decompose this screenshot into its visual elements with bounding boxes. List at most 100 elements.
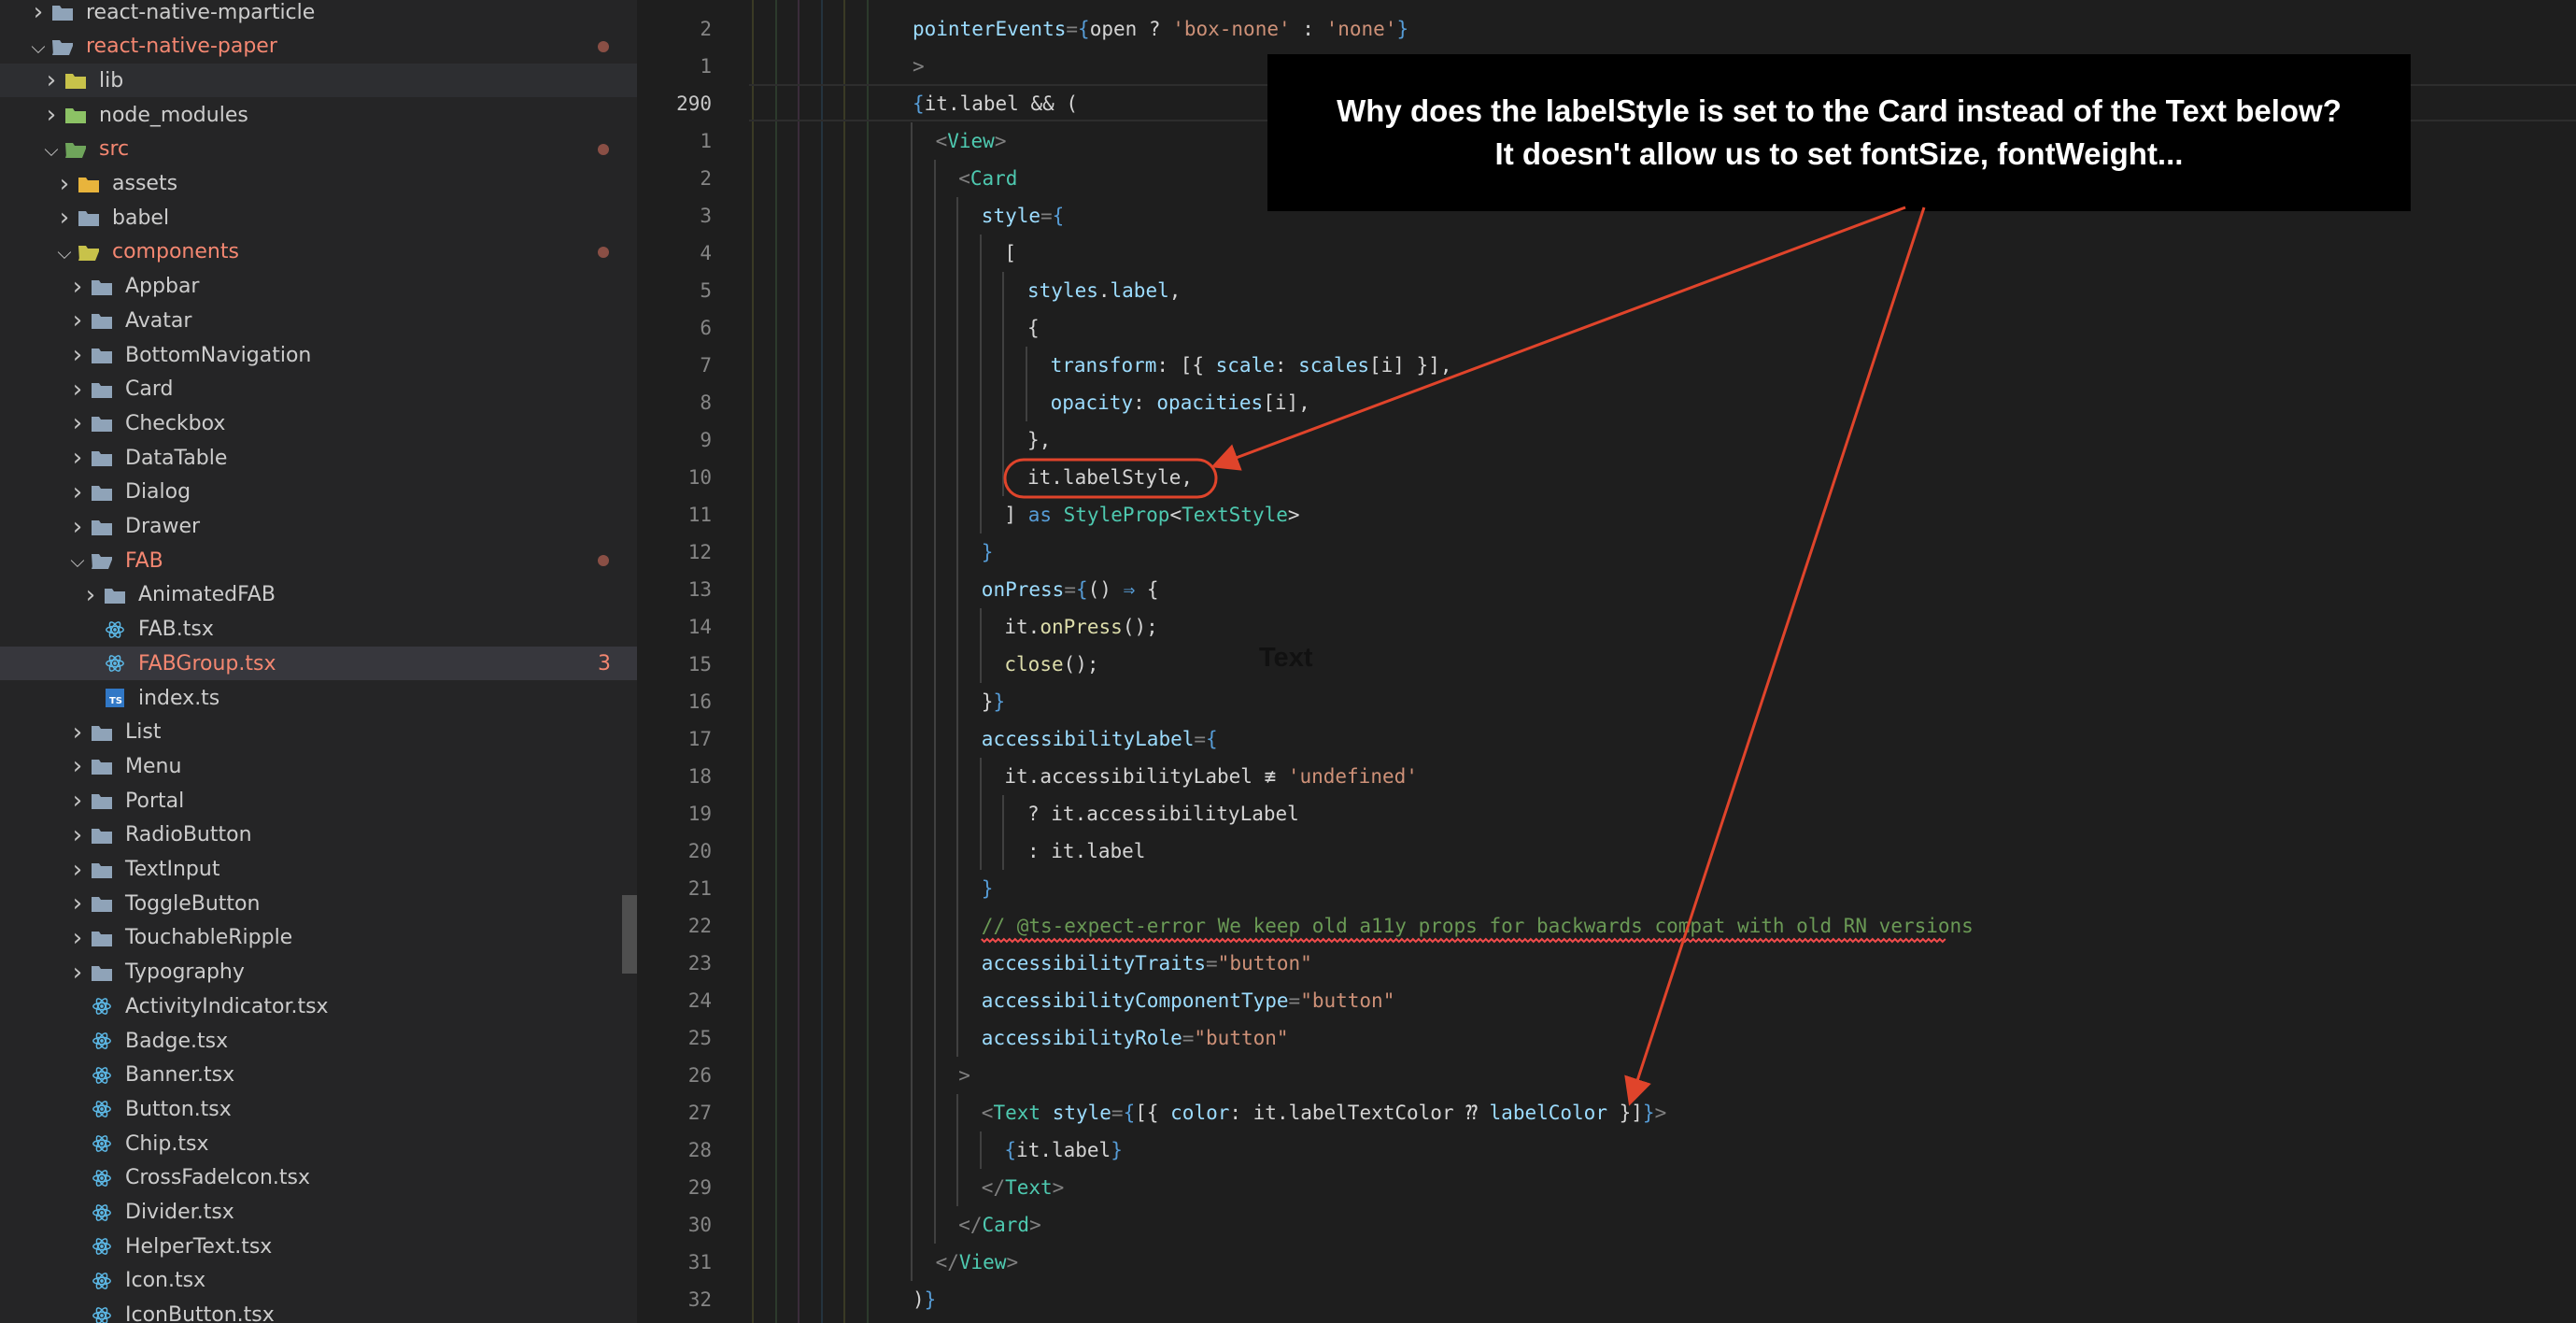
explorer-item[interactable]: › node_modules (0, 98, 637, 132)
chevron-right-icon[interactable]: › (54, 170, 75, 198)
code-line[interactable]: <Card (958, 160, 1017, 197)
code-line[interactable]: { (1027, 309, 1040, 347)
explorer-item[interactable]: Badge.tsx (0, 1024, 637, 1058)
code-line[interactable]: accessibilityTraits="button" (982, 945, 1312, 982)
explorer-item[interactable]: Button.tsx (0, 1092, 637, 1126)
code-line[interactable]: [ (1004, 235, 1016, 272)
code-line[interactable]: <Text style={[{ color: it.labelTextColor… (982, 1094, 1666, 1131)
code-line[interactable]: > (913, 48, 925, 85)
explorer-item[interactable]: › Typography (0, 956, 637, 989)
code-line[interactable]: style={ (982, 197, 1065, 235)
explorer-item[interactable]: › Avatar (0, 304, 637, 337)
code-line[interactable]: {it.label} (1004, 1131, 1122, 1169)
explorer-item[interactable]: FAB.tsx (0, 613, 637, 647)
code-line[interactable]: ] as StyleProp<TextStyle> (1004, 496, 1299, 533)
code-line[interactable]: : it.label (1027, 832, 1145, 870)
chevron-down-icon[interactable]: ⌵ (54, 241, 75, 263)
code-line[interactable]: {it.label && ( (913, 85, 1078, 122)
chevron-right-icon[interactable]: › (67, 924, 88, 952)
chevron-right-icon[interactable]: › (67, 856, 88, 884)
explorer-item[interactable]: › ToggleButton (0, 887, 637, 920)
explorer-item[interactable]: ActivityIndicator.tsx (0, 989, 637, 1023)
explorer-item[interactable]: HelperText.tsx (0, 1230, 637, 1263)
explorer-item[interactable]: › Card (0, 373, 637, 406)
explorer-item[interactable]: › TouchableRipple (0, 921, 637, 955)
explorer-item[interactable]: › TextInput (0, 853, 637, 887)
explorer-item[interactable]: Icon.tsx (0, 1264, 637, 1298)
explorer-item[interactable]: › assets (0, 167, 637, 201)
code-line[interactable]: it.labelStyle, (1027, 459, 1193, 496)
chevron-right-icon[interactable]: › (41, 66, 62, 94)
code-line[interactable]: }, (1027, 421, 1051, 459)
code-line[interactable]: opacity: opacities[i], (1051, 384, 1310, 421)
code-line[interactable]: }} (982, 683, 1005, 720)
explorer-item[interactable]: CrossFadeIcon.tsx (0, 1161, 637, 1195)
chevron-right-icon[interactable]: › (67, 752, 88, 780)
explorer-item[interactable]: › Menu (0, 749, 637, 783)
chevron-right-icon[interactable]: › (67, 273, 88, 301)
code-line[interactable]: </View> (936, 1244, 1019, 1281)
chevron-right-icon[interactable]: › (41, 101, 62, 129)
code-line[interactable]: accessibilityComponentType="button" (982, 982, 1395, 1019)
chevron-right-icon[interactable]: › (67, 376, 88, 404)
explorer-item[interactable]: Divider.tsx (0, 1196, 637, 1230)
chevron-right-icon[interactable]: › (67, 444, 88, 472)
explorer-item[interactable]: › babel (0, 201, 637, 235)
chevron-right-icon[interactable]: › (67, 718, 88, 747)
code-line[interactable]: <View> (936, 122, 1007, 160)
code-line[interactable]: close(); (1004, 646, 1098, 683)
code-line[interactable]: styles.label, (1027, 272, 1181, 309)
code-line[interactable]: transform: [{ scale: scales[i] }], (1051, 347, 1452, 384)
chevron-right-icon[interactable]: › (67, 787, 88, 815)
code-line[interactable]: } (982, 533, 994, 571)
code-line[interactable]: accessibilityLabel={ (982, 720, 1218, 758)
chevron-right-icon[interactable]: › (67, 821, 88, 849)
explorer-item[interactable]: › List (0, 716, 637, 749)
code-line[interactable]: onPress={() ⇒ { (982, 571, 1159, 608)
explorer-item[interactable]: ⌵ react-native-paper (0, 30, 637, 64)
explorer-item[interactable]: FABGroup.tsx 3 (0, 647, 637, 681)
code-line[interactable]: it.accessibilityLabel ≢ 'undefined' (1004, 758, 1418, 795)
explorer-item[interactable]: › Dialog (0, 476, 637, 509)
code-line[interactable]: it.onPress(); (1004, 608, 1157, 646)
code-line[interactable]: )} (913, 1281, 936, 1318)
explorer-item[interactable]: › RadioButton (0, 818, 637, 852)
code-line[interactable]: > (958, 1057, 970, 1094)
code-line[interactable]: ? it.accessibilityLabel (1027, 795, 1299, 832)
chevron-down-icon[interactable]: ⌵ (67, 549, 88, 572)
chevron-right-icon[interactable]: › (67, 959, 88, 987)
chevron-right-icon[interactable]: › (54, 204, 75, 232)
chevron-right-icon[interactable]: › (67, 306, 88, 334)
explorer-item[interactable]: › Portal (0, 784, 637, 818)
explorer-item[interactable]: IconButton.tsx (0, 1299, 637, 1323)
explorer-item[interactable]: › Drawer (0, 510, 637, 544)
chevron-right-icon[interactable]: › (67, 889, 88, 918)
explorer-item[interactable]: › DataTable (0, 441, 637, 475)
explorer-scrollbar[interactable] (622, 895, 637, 974)
chevron-down-icon[interactable]: ⌵ (41, 138, 62, 161)
chevron-right-icon[interactable]: › (67, 341, 88, 369)
explorer-item[interactable]: › BottomNavigation (0, 338, 637, 372)
explorer-item[interactable]: › react-native-mparticle (0, 0, 637, 29)
code-line[interactable]: } (982, 870, 994, 907)
code-line[interactable]: pointerEvents={open ? 'box-none' : 'none… (913, 10, 1408, 48)
explorer-item[interactable]: ⌵ src (0, 133, 637, 166)
chevron-right-icon[interactable]: › (67, 409, 88, 437)
code-line[interactable]: </Text> (982, 1169, 1065, 1206)
explorer-item[interactable]: › Appbar (0, 270, 637, 304)
code-line[interactable]: </Card> (958, 1206, 1041, 1244)
code-line[interactable]: // @ts-expect-error We keep old a11y pro… (982, 907, 1974, 945)
explorer-item[interactable]: ⌵ components (0, 235, 637, 269)
explorer-item[interactable]: Chip.tsx (0, 1127, 637, 1160)
chevron-down-icon[interactable]: ⌵ (28, 36, 49, 58)
chevron-right-icon[interactable]: › (67, 513, 88, 541)
explorer-item[interactable]: Banner.tsx (0, 1059, 637, 1092)
explorer-item[interactable]: TS index.ts (0, 681, 637, 715)
chevron-right-icon[interactable]: › (80, 581, 101, 609)
explorer-item[interactable]: › AnimatedFAB (0, 578, 637, 612)
chevron-right-icon[interactable]: › (67, 478, 88, 506)
explorer-item[interactable]: › Checkbox (0, 406, 637, 440)
explorer-item[interactable]: › lib (0, 64, 637, 98)
explorer-item[interactable]: ⌵ FAB (0, 544, 637, 577)
code-line[interactable]: accessibilityRole="button" (982, 1019, 1289, 1057)
